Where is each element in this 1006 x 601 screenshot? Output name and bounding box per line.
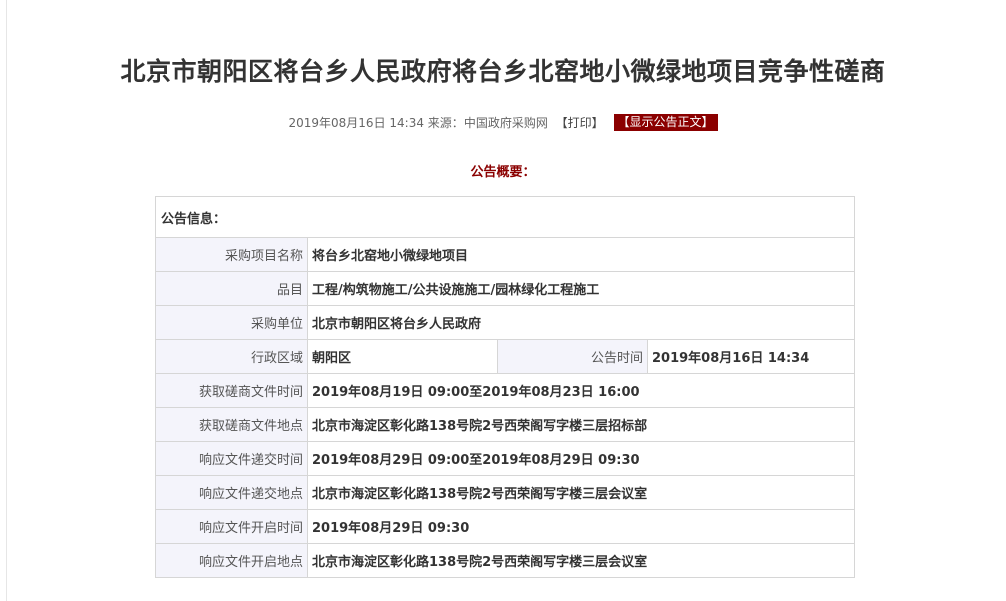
left-edge-divider (6, 0, 7, 601)
notice-info-table: 公告信息： 采购项目名称 将台乡北窑地小微绿地项目 品目 工程/构筑物施工/公共… (155, 196, 855, 578)
page-title: 北京市朝阳区将台乡人民政府将台乡北窑地小微绿地项目竞争性磋商 (120, 57, 886, 86)
row-value: 2019年08月16日 14:34 (647, 339, 855, 374)
table-row: 获取磋商文件地点 北京市海淀区彰化路138号院2号西荣阁写字楼三层招标部 (155, 407, 855, 442)
row-label: 采购单位 (155, 305, 308, 340)
row-value: 北京市海淀区彰化路138号院2号西荣阁写字楼三层会议室 (307, 475, 855, 510)
row-value: 2019年08月29日 09:00至2019年08月29日 09:30 (307, 441, 855, 476)
show-full-notice-button[interactable]: 【显示公告正文】 (613, 114, 718, 131)
section-label: 公告信息： (155, 196, 855, 238)
table-row: 采购单位 北京市朝阳区将台乡人民政府 (155, 305, 855, 340)
table-row: 品目 工程/构筑物施工/公共设施施工/园林绿化工程施工 (155, 271, 855, 306)
row-value: 北京市海淀区彰化路138号院2号西荣阁写字楼三层招标部 (307, 407, 855, 442)
row-label: 响应文件递交时间 (155, 441, 308, 476)
row-value: 朝阳区 (307, 339, 498, 374)
table-row: 行政区域 朝阳区 公告时间 2019年08月16日 14:34 (155, 339, 855, 374)
summary-heading: 公告概要： (470, 165, 536, 180)
row-label: 响应文件开启地点 (155, 543, 308, 578)
row-value: 工程/构筑物施工/公共设施施工/园林绿化工程施工 (307, 271, 855, 306)
notice-meta: 2019年08月16日 14:34 来源：中国政府采购网 【打印】 【显示公告正… (0, 114, 1006, 131)
table-row: 响应文件开启地点 北京市海淀区彰化路138号院2号西荣阁写字楼三层会议室 (155, 543, 855, 578)
row-label: 获取磋商文件时间 (155, 373, 308, 408)
row-value: 2019年08月19日 09:00至2019年08月23日 16:00 (307, 373, 855, 408)
print-link[interactable]: 【打印】 (556, 114, 604, 131)
source-label: 来源： (427, 116, 464, 130)
row-label: 响应文件开启时间 (155, 509, 308, 544)
table-row: 响应文件开启时间 2019年08月29日 09:30 (155, 509, 855, 544)
publish-date: 2019年08月16日 14:34 (288, 116, 424, 130)
table-row: 响应文件递交地点 北京市海淀区彰化路138号院2号西荣阁写字楼三层会议室 (155, 475, 855, 510)
row-label: 公告时间 (497, 339, 648, 374)
row-label: 行政区域 (155, 339, 308, 374)
table-row: 响应文件递交时间 2019年08月29日 09:00至2019年08月29日 0… (155, 441, 855, 476)
table-row: 采购项目名称 将台乡北窑地小微绿地项目 (155, 237, 855, 272)
source-name: 中国政府采购网 (463, 116, 548, 130)
row-value: 北京市海淀区彰化路138号院2号西荣阁写字楼三层会议室 (307, 543, 855, 578)
row-label: 采购项目名称 (155, 237, 308, 272)
row-label: 响应文件递交地点 (155, 475, 308, 510)
row-value: 将台乡北窑地小微绿地项目 (307, 237, 855, 272)
table-row: 公告信息： (155, 196, 855, 238)
row-value: 2019年08月29日 09:30 (307, 509, 855, 544)
row-label: 获取磋商文件地点 (155, 407, 308, 442)
row-value: 北京市朝阳区将台乡人民政府 (307, 305, 855, 340)
row-label: 品目 (155, 271, 308, 306)
table-row: 获取磋商文件时间 2019年08月19日 09:00至2019年08月23日 1… (155, 373, 855, 408)
